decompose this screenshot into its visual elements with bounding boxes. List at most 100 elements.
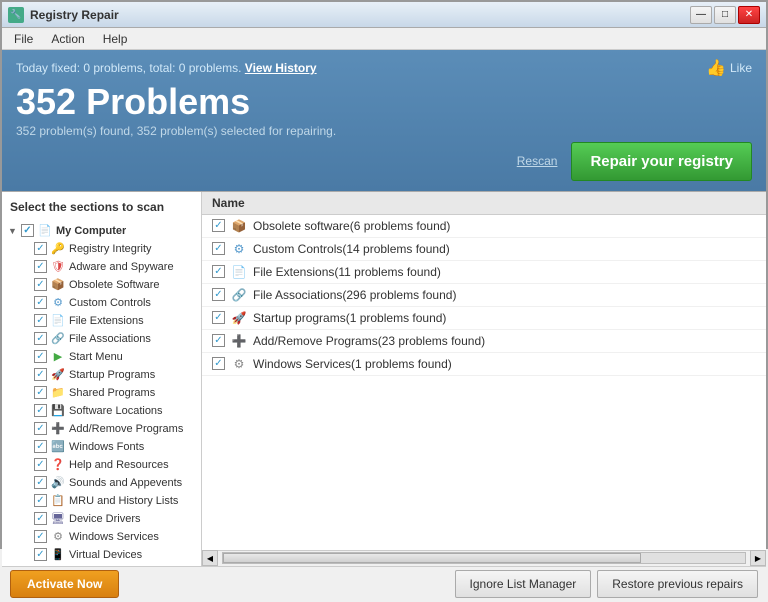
- tree-item-file-ext[interactable]: 📄File Extensions: [6, 312, 197, 330]
- tree-item-fonts[interactable]: 🔤Windows Fonts: [6, 438, 197, 456]
- right-panel: 📦 Obsolete software(6 problems found) ⚙Cus…: [202, 215, 766, 550]
- header-banner: Today fixed: 0 problems, total: 0 proble…: [2, 50, 766, 191]
- view-history-link[interactable]: View History: [245, 61, 317, 75]
- activate-button[interactable]: Activate Now: [10, 570, 119, 598]
- tree-item-winsvc[interactable]: ⚙Windows Services: [6, 528, 197, 546]
- result-checkbox-add-remove-programs[interactable]: [212, 334, 225, 347]
- like-button[interactable]: 👍 Like: [706, 58, 752, 78]
- scroll-right-arrow[interactable]: ▶: [750, 550, 766, 566]
- checkbox-software[interactable]: [34, 404, 47, 417]
- tree-item-label-my-computer: My Computer: [56, 225, 126, 237]
- result-checkbox-custom-controls[interactable]: [212, 242, 225, 255]
- tree-item-label-registry-integrity: Registry Integrity: [69, 243, 152, 255]
- node-icon-help: ❓: [50, 457, 66, 473]
- checkbox-winsvc[interactable]: [34, 530, 47, 543]
- result-item-obsolete-software[interactable]: 📦 Obsolete software(6 problems found): [202, 215, 766, 238]
- checkbox-help[interactable]: [34, 458, 47, 471]
- checkbox-sounds[interactable]: [34, 476, 47, 489]
- maximize-button[interactable]: □: [714, 6, 736, 24]
- checkbox-file-assoc[interactable]: [34, 332, 47, 345]
- result-item-add-remove-programs[interactable]: ➕Add/Remove Programs(23 problems found): [202, 330, 766, 353]
- tree-item-device[interactable]: 🖥Device Drivers: [6, 510, 197, 528]
- node-icon-winsvc: ⚙: [50, 529, 66, 545]
- close-button[interactable]: ✕: [738, 6, 760, 24]
- checkbox-fonts[interactable]: [34, 440, 47, 453]
- tree-item-my-computer[interactable]: ▼📄My Computer: [6, 222, 197, 240]
- tree-item-label-add-remove: Add/Remove Programs: [69, 423, 183, 435]
- tree-item-label-help: Help and Resources: [69, 459, 169, 471]
- result-checkbox-file-extensions[interactable]: [212, 265, 225, 278]
- node-icon-registry-integrity: 🔑: [50, 241, 66, 257]
- result-icon-obsolete-software: 📦: [231, 218, 247, 234]
- checkbox-obsolete[interactable]: [34, 278, 47, 291]
- tree-item-add-remove[interactable]: ➕Add/Remove Programs: [6, 420, 197, 438]
- checkbox-startup[interactable]: [34, 368, 47, 381]
- result-item-file-extensions[interactable]: 📄File Extensions(11 problems found): [202, 261, 766, 284]
- like-icon: 👍: [706, 58, 726, 78]
- result-label-startup-programs: Startup programs(1 problems found): [253, 311, 446, 325]
- tree-item-startup[interactable]: 🚀Startup Programs: [6, 366, 197, 384]
- result-item-file-associations[interactable]: 🔗File Associations(296 problems found): [202, 284, 766, 307]
- tree-item-label-startup: Startup Programs: [69, 369, 155, 381]
- scroll-thumb[interactable]: [223, 553, 641, 563]
- tree-item-software[interactable]: 💾Software Locations: [6, 402, 197, 420]
- checkbox-custom[interactable]: [34, 296, 47, 309]
- result-checkbox-startup-programs[interactable]: [212, 311, 225, 324]
- tree-item-label-mru: MRU and History Lists: [69, 495, 178, 507]
- tree-item-mru[interactable]: 📋MRU and History Lists: [6, 492, 197, 510]
- checkbox-mru[interactable]: [34, 494, 47, 507]
- checkbox-virtual[interactable]: [34, 548, 47, 561]
- checkbox-add-remove[interactable]: [34, 422, 47, 435]
- tree-item-arp[interactable]: 🌐ARP Cache: [6, 564, 197, 566]
- minimize-button[interactable]: —: [690, 6, 712, 24]
- result-checkbox-file-associations[interactable]: [212, 288, 225, 301]
- node-icon-software: 💾: [50, 403, 66, 419]
- tree-item-sounds[interactable]: 🔊Sounds and Appevents: [6, 474, 197, 492]
- tree-item-obsolete[interactable]: 📦Obsolete Software: [6, 276, 197, 294]
- result-icon-windows-services: ⚙: [231, 356, 247, 372]
- result-item-startup-programs[interactable]: 🚀Startup programs(1 problems found): [202, 307, 766, 330]
- checkbox-device[interactable]: [34, 512, 47, 525]
- checkbox-shared[interactable]: [34, 386, 47, 399]
- result-item-custom-controls[interactable]: ⚙Custom Controls(14 problems found): [202, 238, 766, 261]
- node-icon-obsolete: 📦: [50, 277, 66, 293]
- tree-item-adware[interactable]: 🛡Adware and Spyware: [6, 258, 197, 276]
- rescan-link[interactable]: Rescan: [517, 154, 558, 168]
- header-subtitle: 352 problem(s) found, 352 problem(s) sel…: [16, 124, 752, 138]
- result-label-obsolete-software: Obsolete software(6 problems found): [253, 219, 450, 233]
- checkbox-start-menu[interactable]: [34, 350, 47, 363]
- checkbox-registry-integrity[interactable]: [34, 242, 47, 255]
- result-checkbox-windows-services[interactable]: [212, 357, 225, 370]
- tree-item-label-shared: Shared Programs: [69, 387, 155, 399]
- tree-item-custom[interactable]: ⚙Custom Controls: [6, 294, 197, 312]
- checkbox-adware[interactable]: [34, 260, 47, 273]
- tree-item-shared[interactable]: 📁Shared Programs: [6, 384, 197, 402]
- node-icon-mru: 📋: [50, 493, 66, 509]
- right-panel-header: Name: [202, 192, 766, 215]
- repair-button[interactable]: Repair your registry: [571, 142, 752, 181]
- result-label-windows-services: Windows Services(1 problems found): [253, 357, 452, 371]
- tree-item-help[interactable]: ❓Help and Resources: [6, 456, 197, 474]
- scroll-track[interactable]: [222, 552, 746, 564]
- ignore-list-button[interactable]: Ignore List Manager: [455, 570, 592, 598]
- tree-item-virtual[interactable]: 📱Virtual Devices: [6, 546, 197, 564]
- tree-item-label-winsvc: Windows Services: [69, 531, 159, 543]
- horizontal-scrollbar[interactable]: ◀ ▶: [202, 550, 766, 566]
- header-top-row: Today fixed: 0 problems, total: 0 proble…: [16, 58, 752, 78]
- restore-repairs-button[interactable]: Restore previous repairs: [597, 570, 758, 598]
- node-icon-startup: 🚀: [50, 367, 66, 383]
- result-icon-add-remove-programs: ➕: [231, 333, 247, 349]
- result-checkbox-obsolete-software[interactable]: [212, 219, 225, 232]
- tree-item-start-menu[interactable]: ▶Start Menu: [6, 348, 197, 366]
- menu-file[interactable]: File: [6, 30, 41, 48]
- tree-item-file-assoc[interactable]: 🔗File Associations: [6, 330, 197, 348]
- tree-item-registry-integrity[interactable]: 🔑Registry Integrity: [6, 240, 197, 258]
- result-item-windows-services[interactable]: ⚙ Windows Services(1 problems found): [202, 353, 766, 376]
- checkbox-my-computer[interactable]: [21, 224, 34, 237]
- checkbox-file-ext[interactable]: [34, 314, 47, 327]
- scroll-left-arrow[interactable]: ◀: [202, 550, 218, 566]
- menu-help[interactable]: Help: [95, 30, 136, 48]
- result-label-file-associations: File Associations(296 problems found): [253, 288, 456, 302]
- result-icon-file-extensions: 📄: [231, 264, 247, 280]
- menu-action[interactable]: Action: [43, 30, 92, 48]
